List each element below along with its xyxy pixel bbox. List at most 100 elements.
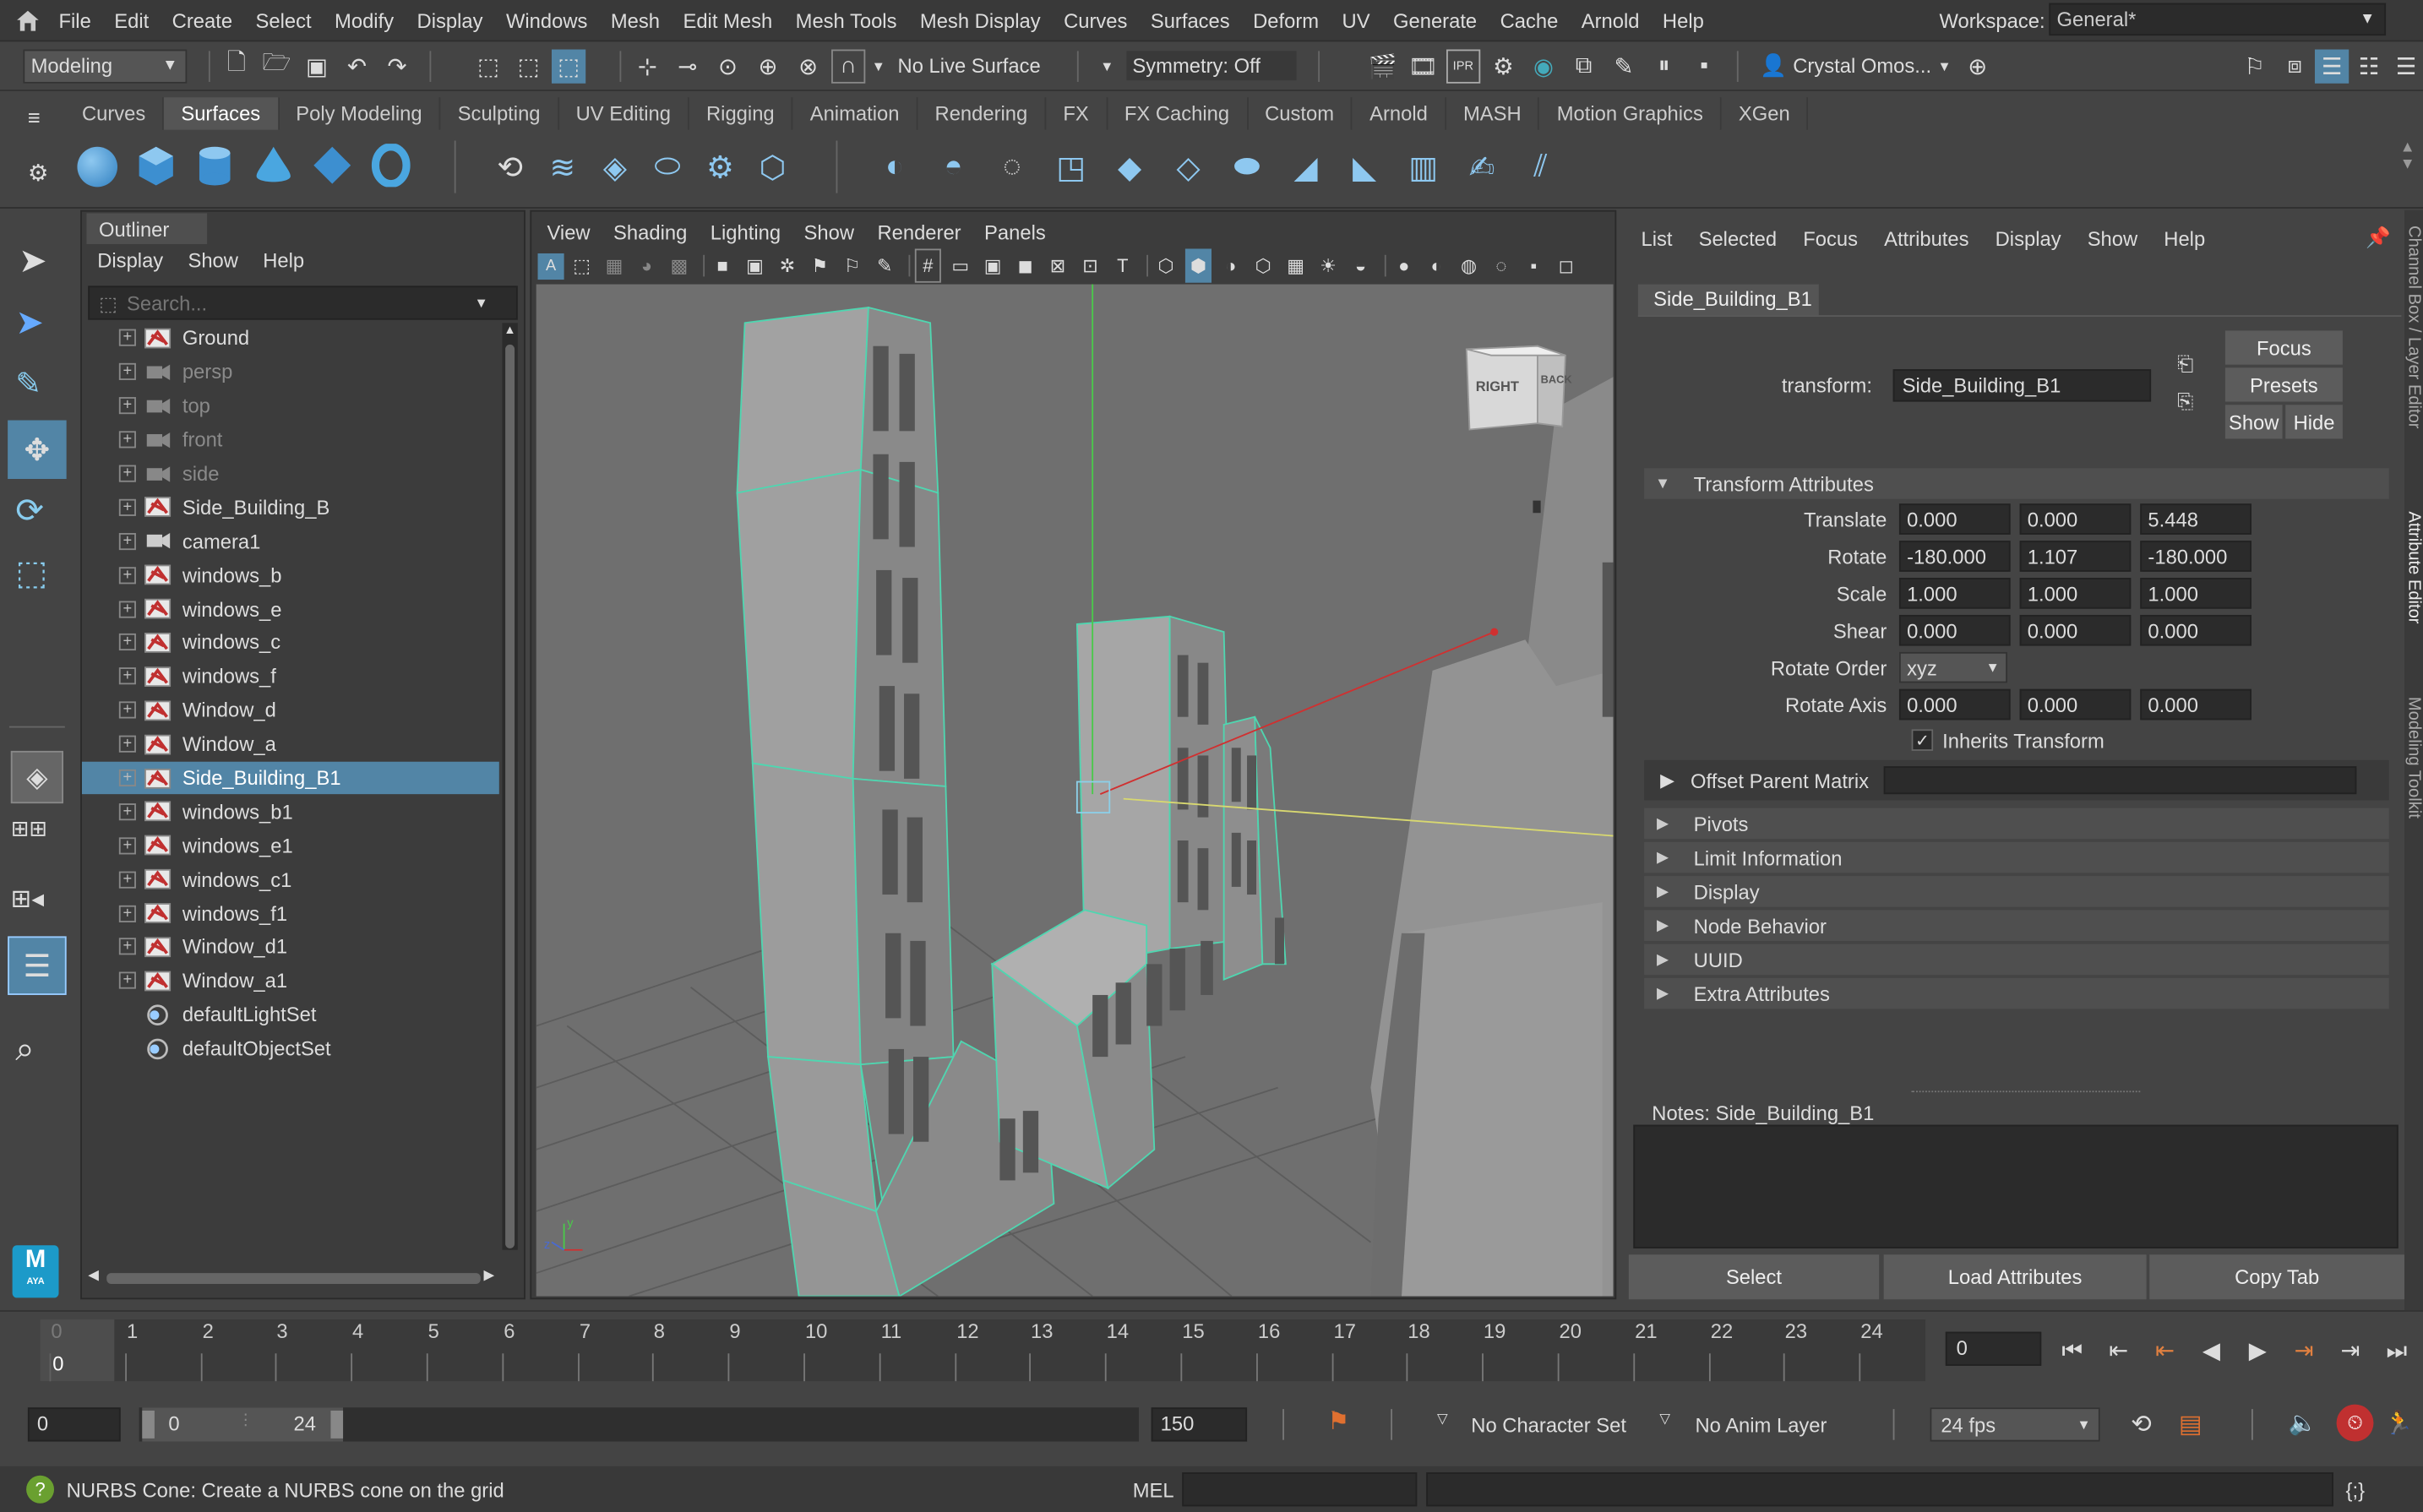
expand-icon[interactable]: + xyxy=(118,871,136,889)
home-icon[interactable] xyxy=(13,8,44,31)
viewport-menu-lighting[interactable]: Lighting xyxy=(711,221,781,244)
outliner-item-window-a[interactable]: + Window_a xyxy=(82,727,499,761)
select-component-icon[interactable]: ⬚ xyxy=(551,48,586,83)
rebuild-icon[interactable]: ▥ xyxy=(1397,150,1449,184)
nurbs-cone-icon[interactable] xyxy=(253,143,294,191)
script-editor-icon[interactable]: {;} xyxy=(2346,1478,2365,1501)
hide-button[interactable]: Hide xyxy=(2285,405,2343,439)
workspace-dropdown[interactable]: General* ▼ xyxy=(2049,3,2387,36)
snap-camera-icon[interactable]: ⚐ xyxy=(839,248,865,282)
expand-icon[interactable]: + xyxy=(118,667,136,685)
shear-z-field[interactable]: 0.000 xyxy=(2140,614,2251,646)
menu-uv[interactable]: UV xyxy=(1342,8,1370,31)
bookmark-camera-icon[interactable]: ⚑ xyxy=(807,248,833,282)
x-axis-handle[interactable] xyxy=(1490,628,1499,636)
focus-button[interactable]: Focus xyxy=(2224,330,2343,365)
shelf-tab-xgen[interactable]: XGen xyxy=(1722,97,1809,130)
scroll-left-icon[interactable]: ◀ xyxy=(88,1267,99,1284)
outliner-menu-help[interactable]: Help xyxy=(263,248,304,271)
outliner-item-top[interactable]: + top xyxy=(82,389,499,423)
attr-menu-selected[interactable]: Selected xyxy=(1699,227,1778,250)
select-object-icon[interactable]: ⬚ xyxy=(511,49,545,83)
menu-mesh-display[interactable]: Mesh Display xyxy=(920,8,1041,31)
search-icon[interactable]: ⌕ xyxy=(15,1029,35,1069)
transform-attributes-section[interactable]: ▼ Transform Attributes xyxy=(1644,468,2389,499)
sound-icon[interactable]: 🔈 xyxy=(2289,1409,2317,1437)
chevron-down-icon[interactable]: ▼ xyxy=(475,295,488,310)
shear-x-field[interactable]: 0.000 xyxy=(1898,614,2011,646)
field-chart-icon[interactable]: ⊠ xyxy=(1044,248,1070,282)
boundary-icon[interactable]: ⬡ xyxy=(749,150,796,184)
shelf-tab-motion-graphics[interactable]: Motion Graphics xyxy=(1540,97,1722,130)
redo-icon[interactable]: ↷ xyxy=(380,49,414,83)
mel-label[interactable]: MEL xyxy=(1133,1478,1183,1501)
camera-attributes-icon[interactable]: A xyxy=(537,253,564,280)
select-hierarchy-icon[interactable]: ⬚ xyxy=(471,49,505,83)
outliner-item-window-d1[interactable]: + Window_d1 xyxy=(82,930,499,964)
range-start-handle[interactable] xyxy=(142,1410,155,1439)
viewport-menu-panels[interactable]: Panels xyxy=(984,221,1046,244)
surface-edit-icon[interactable]: ⫽ xyxy=(1515,150,1567,183)
attr-menu-attributes[interactable]: Attributes xyxy=(1884,227,1968,250)
section-display[interactable]: ▶ Display xyxy=(1644,876,2389,907)
section-extra-attributes[interactable]: ▶ Extra Attributes xyxy=(1644,977,2389,1009)
shelf-tab-fx-caching[interactable]: FX Caching xyxy=(1108,97,1249,130)
outliner-item-camera1[interactable]: + camera1 xyxy=(82,525,499,558)
snap-view-icon[interactable]: ⊕ xyxy=(751,49,785,83)
select-tool-icon[interactable]: ➤ xyxy=(19,241,47,281)
motion-blur-icon[interactable]: ◐ xyxy=(1424,248,1450,282)
step-back-key-icon[interactable]: ⇤ xyxy=(2102,1333,2136,1367)
rotate-y-field[interactable]: 1.107 xyxy=(2019,541,2132,572)
range-track[interactable]: 0 ⋮ 24 xyxy=(139,1407,1140,1442)
expand-arrow-icon[interactable]: ▶ xyxy=(1644,770,1691,791)
expand-icon[interactable]: + xyxy=(118,905,136,922)
chevron-down-icon[interactable]: ▽ xyxy=(1437,1411,1448,1428)
undo-icon[interactable]: ↶ xyxy=(340,49,373,83)
two-view-icon[interactable]: ⊞◂ xyxy=(11,884,44,915)
live-surface-field[interactable]: No Live Surface xyxy=(898,54,1068,77)
pause-icon[interactable]: ⏸ xyxy=(1647,49,1681,83)
bookmark-icon[interactable]: ⚑ xyxy=(1327,1406,1349,1437)
attr-menu-list[interactable]: List xyxy=(1641,227,1672,250)
user-account-dropdown[interactable]: 👤 Crystal Omos... ▼ xyxy=(1760,52,1952,79)
shelf-tab-mash[interactable]: MASH xyxy=(1446,97,1540,130)
expand-icon[interactable]: + xyxy=(118,701,136,719)
outliner-tab[interactable]: Outliner xyxy=(86,213,208,244)
depth-of-field-icon[interactable]: ◌ xyxy=(1488,248,1514,282)
select-button[interactable]: Select xyxy=(1628,1254,1880,1300)
viewport-menu-show[interactable]: Show xyxy=(804,221,855,244)
shelf-tab-animation[interactable]: Animation xyxy=(793,97,918,130)
safe-title-icon[interactable]: T xyxy=(1109,248,1135,282)
scale-y-field[interactable]: 1.000 xyxy=(2019,578,2132,609)
fps-dropdown[interactable]: 24 fps ▼ xyxy=(1930,1407,2100,1442)
loop-icon[interactable]: ⟲ xyxy=(2131,1409,2152,1440)
trim-tool-icon[interactable]: ◌ xyxy=(986,150,1038,183)
attr-menu-help[interactable]: Help xyxy=(2164,227,2205,250)
outliner-menu-display[interactable]: Display xyxy=(97,248,163,271)
offset-parent-row[interactable]: ▶ Offset Parent Matrix xyxy=(1644,759,2389,801)
search-input[interactable] xyxy=(126,291,475,315)
shelf-tab-rendering[interactable]: Rendering xyxy=(917,97,1047,130)
animation-start-field[interactable]: 0 xyxy=(27,1407,121,1442)
birail-icon[interactable]: ⚙ xyxy=(697,150,743,184)
menu-edit-mesh[interactable]: Edit Mesh xyxy=(683,8,772,31)
shelf-scroll-icon[interactable]: ▲ ▼ xyxy=(2400,139,2415,173)
menu-help[interactable]: Help xyxy=(1663,8,1704,31)
outliner-layout-icon[interactable]: ☰ xyxy=(8,936,67,995)
pin-icon[interactable]: 📌 xyxy=(2366,226,2391,250)
play-backwards-icon[interactable]: ◀ xyxy=(2194,1333,2228,1367)
expand-icon[interactable]: + xyxy=(118,938,136,956)
nurbs-cylinder-icon[interactable] xyxy=(194,143,235,191)
copy-tab-button[interactable]: Copy Tab xyxy=(2149,1254,2405,1300)
attribute-editor-icon[interactable]: ☰ xyxy=(2314,48,2349,83)
render-frame-icon[interactable]: 🎬 xyxy=(1366,49,1400,83)
hscroll-thumb[interactable] xyxy=(106,1273,481,1284)
viewport-menu-shading[interactable]: Shading xyxy=(613,221,687,244)
camera-icon[interactable]: ■ xyxy=(710,248,736,282)
menu-curves[interactable]: Curves xyxy=(1064,8,1127,31)
shadows-icon[interactable]: ◒ xyxy=(1348,248,1374,282)
intersect-icon[interactable]: ◓ xyxy=(927,150,979,183)
expand-icon[interactable]: + xyxy=(118,363,136,381)
rotate-x-field[interactable]: -180.000 xyxy=(1898,541,2011,572)
hypershade-icon[interactable]: ◉ xyxy=(1527,49,1560,83)
